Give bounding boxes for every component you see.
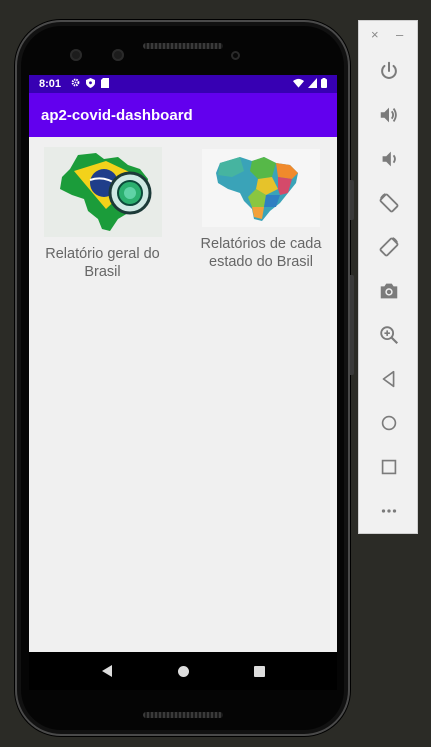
nav-back-button[interactable] (100, 664, 114, 678)
screenshot-button[interactable] (359, 269, 419, 313)
nav-home-button[interactable] (176, 664, 190, 678)
power-button[interactable] (359, 49, 419, 93)
side-button-power[interactable] (350, 180, 354, 220)
home-icon (381, 415, 397, 431)
app-title: ap2-covid-dashboard (41, 106, 193, 124)
emulator-toolbar: × – (358, 20, 418, 534)
state-reports-card[interactable]: Relatórios de cada estado do Brasil (196, 149, 326, 271)
home-icon (177, 665, 189, 677)
volume-up-button[interactable] (359, 93, 419, 137)
toolbar-overview-button[interactable] (359, 445, 419, 489)
more-button[interactable] (359, 489, 419, 533)
rotate-right-icon (379, 237, 399, 257)
toolbar-home-button[interactable] (359, 401, 419, 445)
front-camera (70, 49, 82, 61)
shield-icon (86, 77, 96, 91)
minimize-button[interactable]: – (396, 27, 403, 42)
app-bar: ap2-covid-dashboard (29, 93, 337, 137)
rotate-left-button[interactable] (359, 181, 419, 225)
status-time: 8:01 (39, 78, 62, 90)
proximity-sensor (231, 51, 240, 60)
brazil-states-map-image (202, 149, 320, 227)
general-report-card[interactable]: Relatório geral do Brasil (35, 147, 170, 281)
device-screen: 8:01 ap2-covid-dashboard Relatório geral… (29, 75, 337, 690)
sim-card-icon (101, 77, 110, 91)
front-sensor (112, 49, 124, 61)
brazil-flag-map-image (43, 147, 162, 237)
navigation-bar (29, 652, 337, 690)
side-button-volume[interactable] (350, 275, 354, 375)
volume-down-icon (382, 151, 396, 167)
volume-up-icon (380, 107, 397, 123)
rotate-left-icon (379, 193, 399, 213)
back-icon (102, 665, 112, 677)
top-speaker (143, 43, 223, 49)
bottom-speaker (143, 712, 223, 718)
volume-down-button[interactable] (359, 137, 419, 181)
status-right-icons (293, 78, 327, 91)
state-reports-label: Relatórios de cada estado do Brasil (200, 236, 322, 270)
nav-recents-button[interactable] (252, 664, 266, 678)
general-report-label: Relatório geral do Brasil (45, 246, 160, 280)
gear-icon (71, 78, 80, 90)
power-icon (381, 61, 397, 79)
back-icon (382, 370, 395, 388)
battery-icon (321, 78, 327, 91)
status-bar: 8:01 (29, 75, 337, 93)
toolbar-window-controls: × – (359, 21, 417, 49)
overview-icon (381, 459, 397, 475)
wifi-icon (293, 78, 304, 91)
close-button[interactable]: × (371, 27, 379, 42)
zoom-button[interactable] (359, 313, 419, 357)
cellular-signal-icon (308, 78, 317, 91)
toolbar-back-button[interactable] (359, 357, 419, 401)
recents-icon (253, 665, 265, 677)
zoom-icon (380, 326, 399, 345)
rotate-right-button[interactable] (359, 225, 419, 269)
more-icon (381, 509, 397, 513)
camera-icon (380, 283, 398, 299)
